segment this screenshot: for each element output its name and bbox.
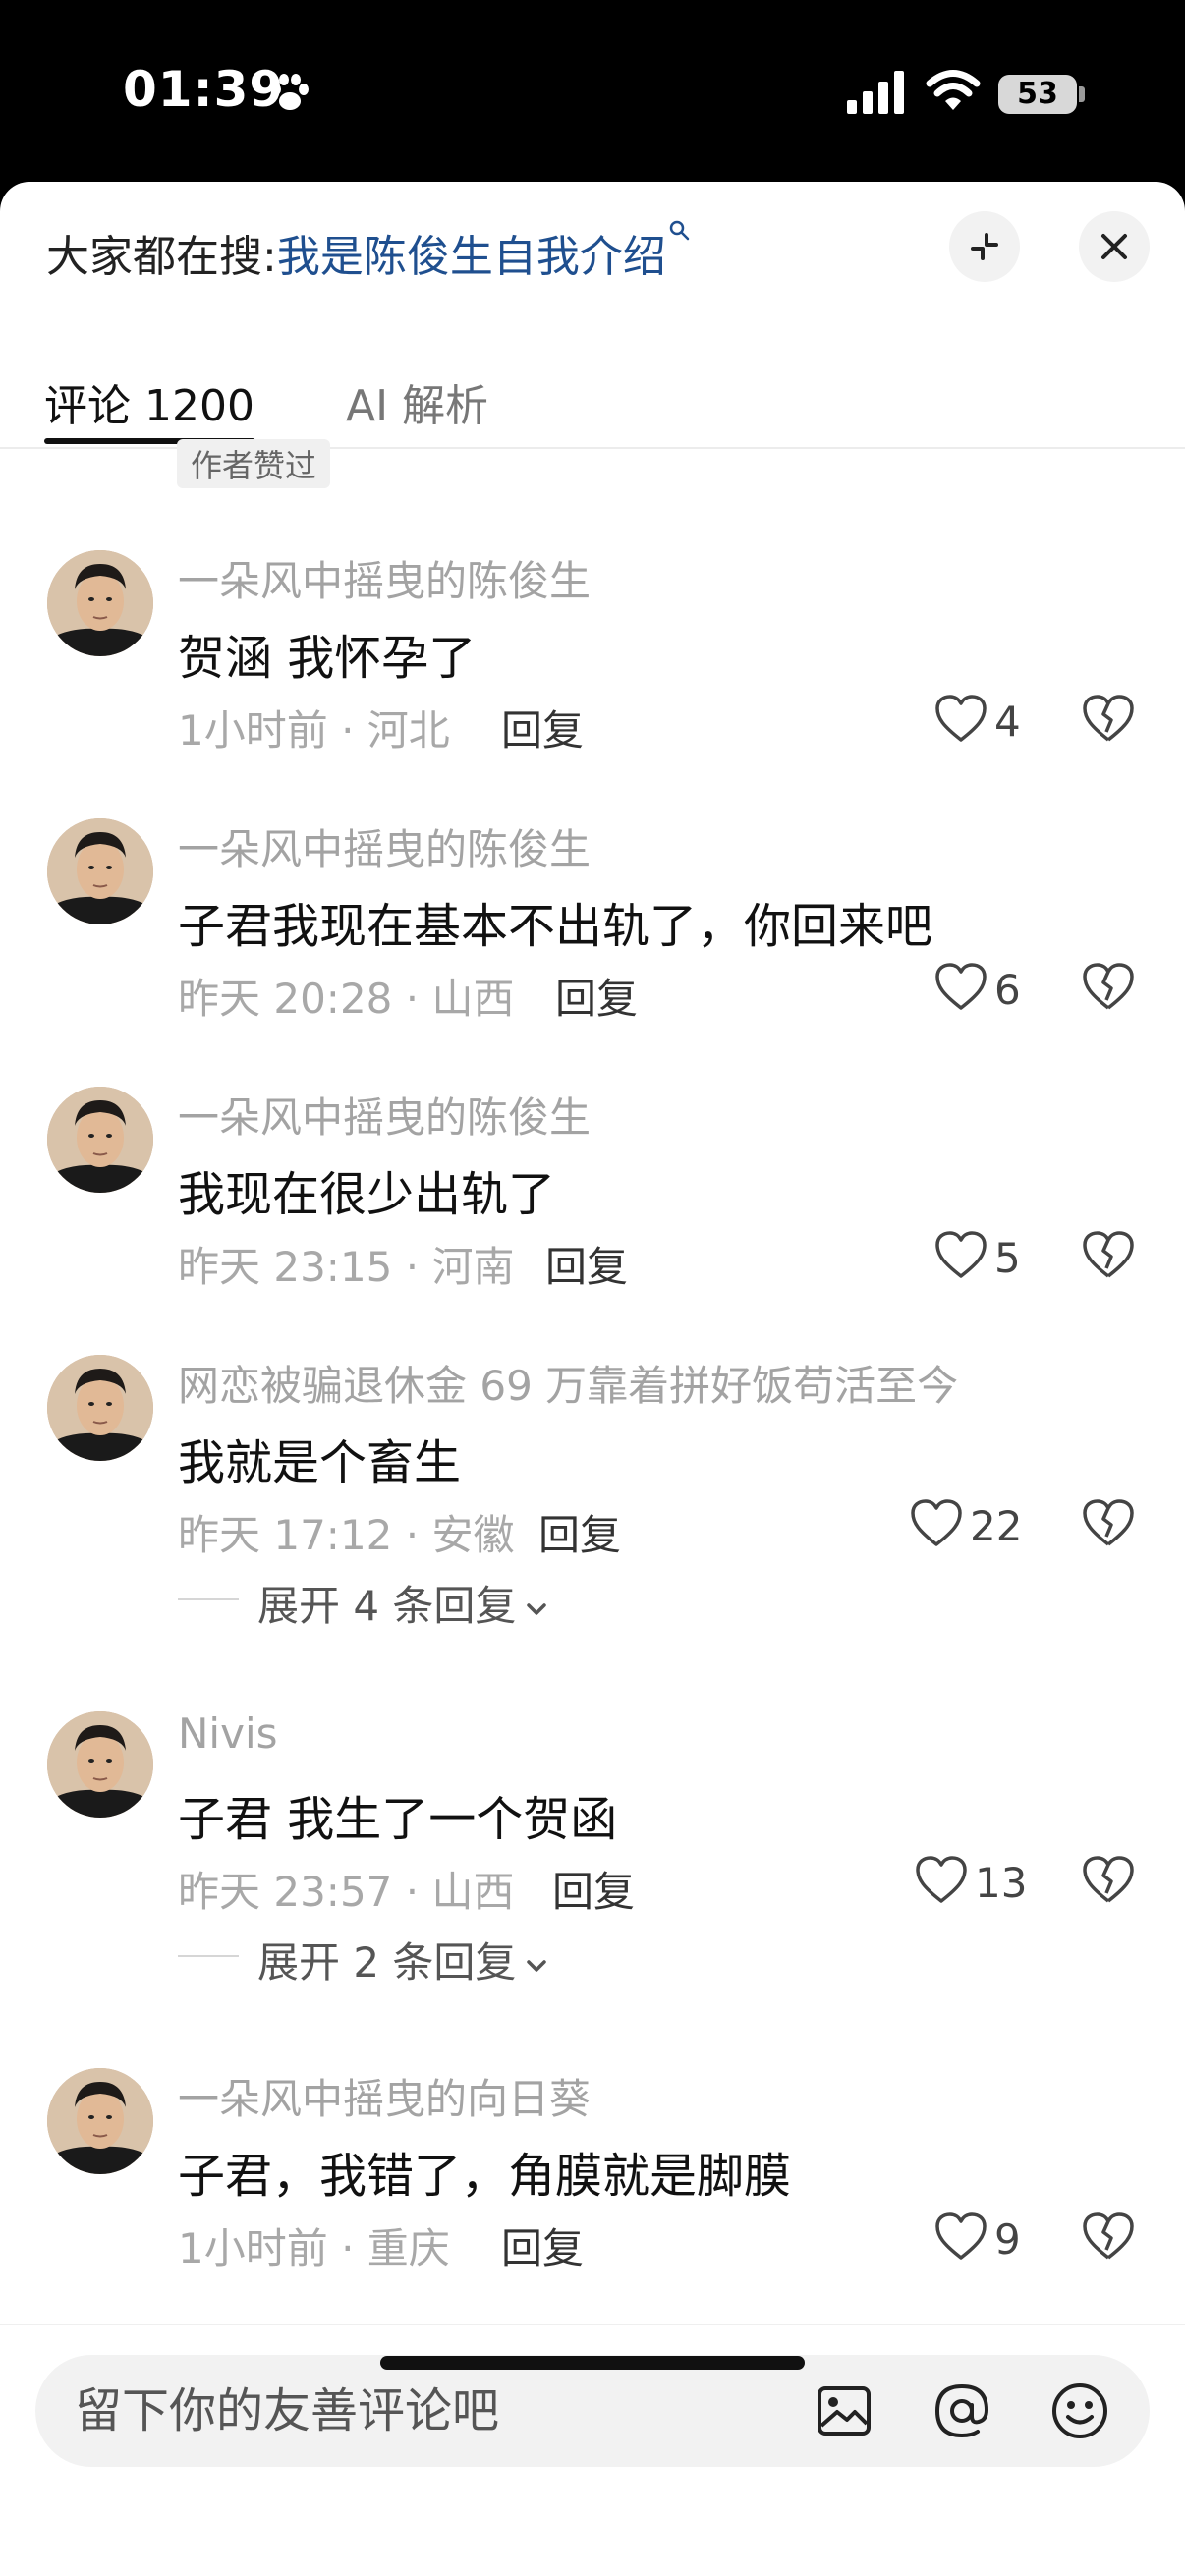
comment-tabs: 评论 1200 AI 解析 [0, 349, 1185, 449]
tab-ai-analysis[interactable]: AI 解析 [346, 370, 488, 433]
collapse-icon [971, 233, 998, 260]
close-icon [1101, 234, 1127, 259]
comment-meta: 1小时前 · 重庆 [178, 2224, 450, 2272]
comment-username[interactable]: 一朵风中摇曳的向日葵 [178, 2066, 591, 2126]
like-count: 5 [994, 1234, 1021, 1282]
comment-item[interactable]: 一朵风中摇曳的陈俊生子君我现在基本不出轨了，你回来吧昨天 20:28 · 山西回… [0, 818, 1185, 1074]
status-bar: 01:39 53 [0, 0, 1185, 182]
expand-replies-button[interactable]: 展开 4 条回复 [257, 1573, 551, 1633]
trending-search-prefix: 大家都在搜: [46, 232, 277, 282]
comment-text: 子君，我错了，角膜就是脚膜 [178, 2149, 792, 2204]
like-count: 9 [994, 2215, 1021, 2264]
comment-meta: 昨天 17:12 · 安徽 [178, 1511, 515, 1559]
expand-replies-label: 展开 4 条回复 [257, 1582, 517, 1630]
paw-icon [271, 74, 309, 110]
comment-text: 子君 我生了一个贺函 [178, 1792, 618, 1847]
at-icon[interactable] [930, 2379, 994, 2443]
expand-replies-button[interactable]: 展开 2 条回复 [257, 1930, 551, 1989]
broken-heart-icon [1081, 1231, 1136, 1284]
expand-divider [178, 1955, 239, 1957]
battery-level: 53 [998, 75, 1077, 114]
comment-meta: 昨天 20:28 · 山西 [178, 975, 515, 1023]
expand-replies-label: 展开 2 条回复 [257, 1938, 517, 1987]
comment-item[interactable]: 一朵风中摇曳的陈俊生我现在很少出轨了昨天 23:15 · 河南 回复 5 [0, 1087, 1185, 1342]
comment-text: 我现在很少出轨了 [178, 1167, 556, 1222]
comment-input[interactable] [73, 2380, 764, 2441]
comment-text: 我就是个畜生 [178, 1435, 462, 1490]
comment-input-pill [35, 2355, 1150, 2467]
avatar[interactable] [47, 1355, 153, 1461]
home-indicator[interactable] [380, 2356, 805, 2370]
broken-heart-icon [1081, 695, 1136, 748]
broken-heart-icon [1081, 1499, 1136, 1552]
reply-button[interactable]: 回复 [501, 2215, 584, 2275]
status-time: 01:39 [123, 61, 285, 118]
reply-button[interactable]: 回复 [552, 1859, 635, 1919]
search-icon [669, 220, 690, 241]
dislike-button[interactable] [1081, 693, 1136, 748]
comment-item[interactable]: 一朵风中摇曳的向日葵子君，我错了，角膜就是脚膜 1小时前 · 重庆 回复 9 [0, 2068, 1185, 2324]
comment-item[interactable]: 网恋被骗退休金 69 万靠着拼好饭苟活至今我就是个畜生昨天 17:12 · 安徽… [0, 1353, 1185, 1630]
dislike-button[interactable] [1081, 961, 1136, 1016]
comment-sheet: 大家都在搜:我是陈俊生自我介绍 评论 1200 AI 解析 作者赞过 一朵风中摇… [0, 182, 1185, 2576]
signal-icon [847, 71, 904, 114]
comment-username[interactable]: 一朵风中摇曳的陈俊生 [178, 1085, 591, 1145]
dislike-button[interactable] [1081, 1854, 1136, 1909]
avatar[interactable] [47, 2068, 153, 2174]
image-icon[interactable] [812, 2379, 876, 2443]
comment-item[interactable]: Nivis 子君 我生了一个贺函昨天 23:57 · 山西 回复 13 展开 2 条回复 [0, 1709, 1185, 1987]
reply-button[interactable]: 回复 [538, 1502, 621, 1562]
avatar[interactable] [47, 818, 153, 924]
comment-meta: 昨天 23:15 · 河南 [178, 1243, 515, 1291]
comment-text: 子君我现在基本不出轨了，你回来吧 [178, 899, 933, 954]
expand-divider [178, 1598, 239, 1600]
like-count: 13 [975, 1859, 1028, 1907]
reply-button[interactable]: 回复 [545, 1234, 628, 1294]
close-button[interactable] [1079, 211, 1150, 282]
like-count: 22 [970, 1502, 1023, 1550]
avatar[interactable] [47, 550, 153, 656]
broken-heart-icon [1081, 2212, 1136, 2266]
wifi-icon [926, 70, 981, 110]
like-count: 4 [994, 698, 1021, 746]
dislike-button[interactable] [1081, 1497, 1136, 1552]
battery-cap [1079, 86, 1085, 102]
dislike-button[interactable] [1081, 2211, 1136, 2266]
author-liked-badge: 作者赞过 [177, 439, 331, 488]
avatar[interactable] [47, 1711, 153, 1818]
tab-comments[interactable]: 评论 1200 [44, 370, 254, 433]
comment-username[interactable]: 一朵风中摇曳的陈俊生 [178, 548, 591, 608]
emoji-icon[interactable] [1047, 2379, 1112, 2443]
broken-heart-icon [1081, 963, 1136, 1016]
comment-username[interactable]: 网恋被骗退休金 69 万靠着拼好饭苟活至今 [178, 1353, 958, 1413]
collapse-button[interactable] [949, 211, 1020, 282]
comment-username[interactable]: Nivis [178, 1709, 278, 1758]
like-count: 6 [994, 966, 1021, 1014]
comment-meta: 1小时前 · 河北 [178, 706, 450, 755]
chevron-down-icon [527, 1959, 547, 1972]
comment-username[interactable]: 一朵风中摇曳的陈俊生 [178, 816, 591, 876]
chevron-down-icon [527, 1602, 547, 1615]
comment-text: 贺涵 我怀孕了 [178, 631, 477, 686]
dislike-button[interactable] [1081, 1229, 1136, 1284]
trending-search[interactable]: 大家都在搜:我是陈俊生自我介绍 [46, 220, 690, 290]
trending-search-term[interactable]: 我是陈俊生自我介绍 [277, 232, 666, 282]
reply-button[interactable]: 回复 [555, 966, 638, 1026]
comment-item[interactable]: 一朵风中摇曳的陈俊生贺涵 我怀孕了 1小时前 · 河北 回复 4 [0, 550, 1185, 806]
broken-heart-icon [1081, 1856, 1136, 1909]
comment-meta: 昨天 23:57 · 山西 [178, 1868, 515, 1916]
avatar[interactable] [47, 1087, 153, 1193]
reply-button[interactable]: 回复 [501, 698, 584, 757]
